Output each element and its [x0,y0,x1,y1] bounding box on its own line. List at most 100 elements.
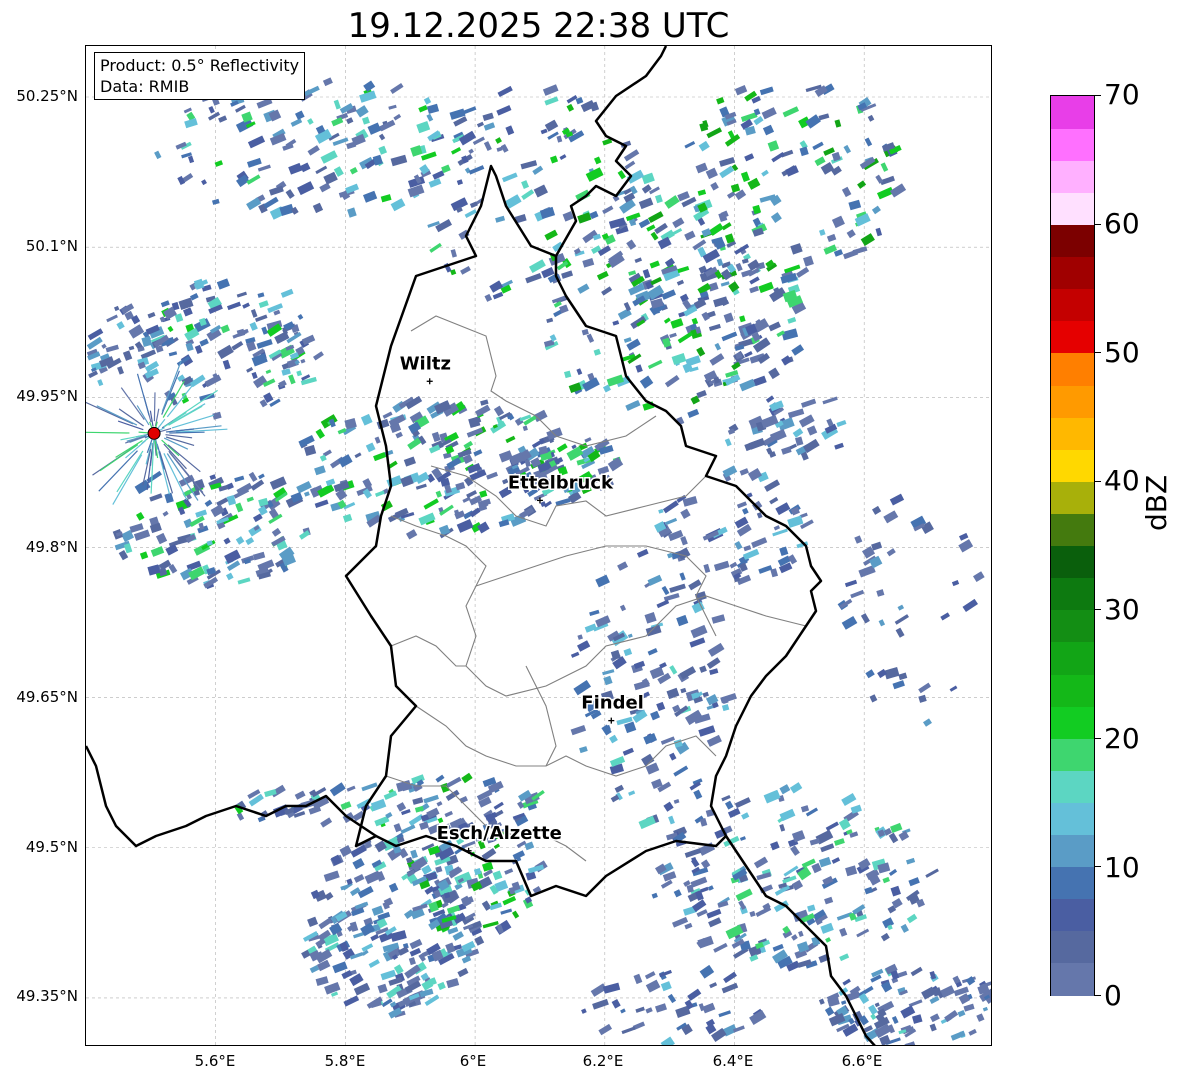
echo-cell [734,540,743,550]
lon-label-6: 6°E [459,1052,487,1070]
echo-cell [845,865,858,877]
echo-cell [645,1007,653,1014]
echo-cell [662,500,679,514]
echo-cell [645,979,661,993]
echo-cell [719,165,735,179]
echo-cell [882,876,890,884]
echo-cell [858,985,874,997]
echo-cell [992,995,993,1005]
echo-cell [409,938,423,950]
radar-map[interactable]: Wiltz Ettelbruck Findel Esch/Alzette [86,46,992,1046]
echo-cell [673,765,689,777]
colorbar-segment [1051,641,1094,675]
echo-cell [141,336,153,348]
echo-cell [544,96,559,106]
echo-cell [304,491,310,497]
echo-cell [826,233,837,243]
echo-cell [768,367,780,380]
echo-cell [831,857,841,864]
echo-cell [763,789,781,804]
echo-cell [877,668,887,679]
echo-cell [596,270,609,281]
echo-clutter [165,434,193,439]
echo-cell [638,218,651,229]
echo-cell [769,496,779,505]
echo-cell [333,99,341,110]
echo-cell [251,371,258,380]
echo-cell [582,257,595,268]
echo-cell [412,797,424,805]
echo-cell [779,808,796,822]
echo-cell [423,794,439,804]
echo-cell [713,560,730,572]
echo-cell [723,312,734,323]
colorbar-segment [1051,481,1094,514]
colorbar-segment [1051,898,1094,932]
echo-cell [263,196,279,209]
echo-cell [155,532,168,545]
echo-cell [483,122,496,131]
echo-cell [897,604,905,611]
echo-cell [680,508,691,520]
echo-cell [661,289,677,300]
echo-cell [349,167,358,175]
echo-cell [390,154,408,167]
echo-cell [370,798,387,812]
echo-cell [743,545,752,552]
echo-cell [521,189,535,201]
echo-cell [623,301,632,312]
echo-cell [323,870,340,882]
echo-cell [208,106,215,114]
echo-cell [842,978,851,986]
echo-cell [824,896,834,905]
echo-cell [128,324,145,339]
echo-cell [584,623,597,633]
echo-cell [307,118,314,125]
echo-cell [963,1003,975,1012]
echo-cell [875,227,883,237]
echo-cell [281,368,291,376]
echo-cell [265,369,272,374]
echo-cell [639,375,654,389]
echo-cell [708,323,721,332]
echo-cell [122,350,133,361]
echo-cell [350,844,367,858]
echo-cell [753,856,769,869]
echo-cell [864,886,873,895]
echo-cell [790,243,803,255]
lon-label-6-2: 6.2°E [582,1052,624,1070]
echo-cell [663,801,674,812]
echo-cell [647,359,663,370]
echo-cell [623,149,640,162]
echo-cell [753,375,767,387]
city-label: Wiltz [400,353,451,374]
echo-cell [690,876,708,888]
echo-cell [781,446,792,455]
echo-cell [353,982,371,996]
echo-cell [489,280,504,293]
echo-cell [395,431,403,439]
city-markers: Wiltz Ettelbruck Findel Esch/Alzette [398,352,645,854]
echo-cell [623,337,632,343]
echo-cell [247,135,266,149]
echo-cell [436,801,443,807]
echo-cell [713,296,729,308]
echo-cell [220,324,230,334]
echo-cell [721,794,731,802]
colorbar-tick [1095,995,1101,996]
echo-cell [744,351,753,358]
canton-line [390,635,466,667]
echo-cell [633,680,650,691]
map-panel[interactable]: Wiltz Ettelbruck Findel Esch/Alzette [85,45,992,1046]
echo-cell [818,998,825,1005]
echo-cell [958,532,969,541]
echo-cell [870,1013,877,1021]
lon-label-6-4: 6.4°E [712,1052,754,1070]
echo-cell [595,574,610,588]
echo-cell [764,479,781,492]
echo-cell [654,222,668,235]
echo-cell [765,395,775,403]
echo-cell [638,197,654,210]
echo-cell [601,724,612,736]
echo-cell [320,817,333,828]
